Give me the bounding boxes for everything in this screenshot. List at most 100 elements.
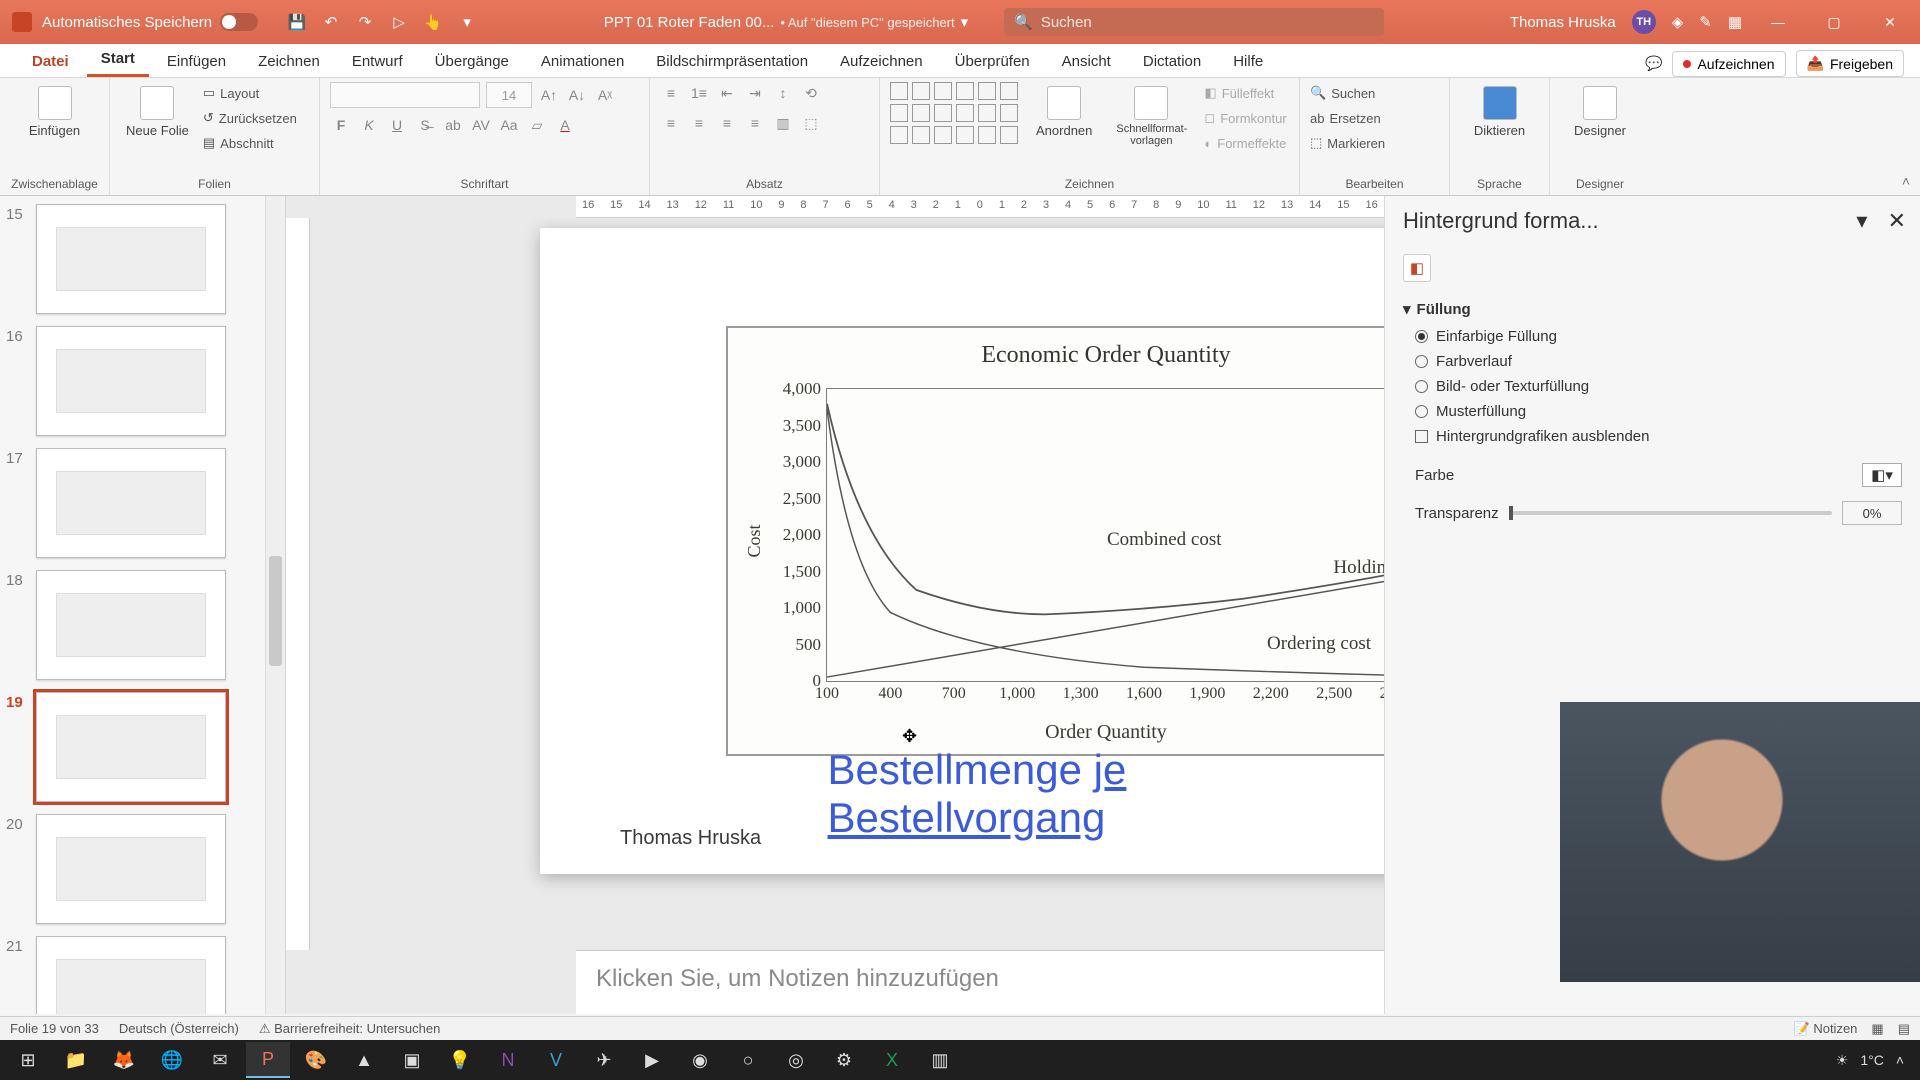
shapes-gallery[interactable] xyxy=(890,82,1018,144)
toggle-switch-icon[interactable] xyxy=(220,13,258,31)
columns-icon[interactable]: ▥ xyxy=(772,112,794,134)
redo-icon[interactable]: ↷ xyxy=(354,11,376,33)
radio-gradient-fill[interactable]: Farbverlauf xyxy=(1403,349,1902,374)
slide-thumbnail-20[interactable]: 20 xyxy=(36,814,259,924)
thumbnail-scrollbar[interactable] xyxy=(265,196,285,1014)
taskbar-app-4[interactable]: V xyxy=(534,1042,578,1078)
taskbar-app-2[interactable]: ▣ xyxy=(390,1042,434,1078)
bold-icon[interactable]: F xyxy=(330,114,352,136)
dictate-button[interactable]: Diktieren xyxy=(1460,82,1539,142)
taskbar-chrome[interactable]: 🌐 xyxy=(150,1042,194,1078)
radio-picture-fill[interactable]: Bild- oder Texturfüllung xyxy=(1403,374,1902,399)
tab-start[interactable]: Start xyxy=(87,44,149,77)
comments-icon[interactable]: 💬 xyxy=(1645,55,1662,72)
indent-less-icon[interactable]: ⇤ xyxy=(716,82,738,104)
tab-insert[interactable]: Einfügen xyxy=(153,47,240,77)
notes-toggle[interactable]: 📝 Notizen xyxy=(1794,1021,1858,1037)
fill-button[interactable]: ◧Fülleffekt xyxy=(1204,82,1286,104)
taskbar-telegram[interactable]: ✈ xyxy=(582,1042,626,1078)
pane-close-icon[interactable]: ✕ xyxy=(1888,208,1906,233)
save-icon[interactable]: 💾 xyxy=(286,11,308,33)
outline-button[interactable]: ◻Formkontur xyxy=(1204,107,1286,129)
transparency-slider[interactable] xyxy=(1509,511,1832,515)
taskbar-app-5[interactable]: ▶ xyxy=(630,1042,674,1078)
view-sorter-icon[interactable]: ▤ xyxy=(1898,1021,1910,1037)
taskbar-app-1[interactable]: 🎨 xyxy=(294,1042,338,1078)
taskbar-onenote[interactable]: N xyxy=(486,1042,530,1078)
calendar-icon[interactable]: ▦ xyxy=(1728,13,1742,31)
taskbar-explorer[interactable]: 📁 xyxy=(54,1042,98,1078)
replace-button[interactable]: abErsetzen xyxy=(1310,107,1439,129)
section-button[interactable]: ▤Abschnitt xyxy=(203,132,297,154)
slide-thumbnail-15[interactable]: 15 xyxy=(36,204,259,314)
notes-area[interactable]: Klicken Sie, um Notizen hinzuzufügen xyxy=(576,950,1384,1014)
taskbar-obs[interactable]: ◉ xyxy=(678,1042,722,1078)
taskbar-app-7[interactable]: ◎ xyxy=(774,1042,818,1078)
slider-knob-icon[interactable] xyxy=(1509,506,1513,520)
effects-button[interactable]: ◐Formeffekte xyxy=(1204,132,1286,154)
clear-format-icon[interactable]: Aᵡ xyxy=(594,84,616,106)
text-direction-icon[interactable]: ⟲ xyxy=(800,82,822,104)
from-beginning-icon[interactable]: ▷ xyxy=(388,11,410,33)
paste-button[interactable]: Einfügen xyxy=(10,82,99,142)
start-button[interactable]: ⊞ xyxy=(6,1042,50,1078)
slide-subtitle[interactable]: Bestellmenge je Bestellvorgang xyxy=(828,746,1403,842)
radio-solid-fill[interactable]: Einfarbige Füllung xyxy=(1403,324,1902,349)
autosave-toggle[interactable]: Automatisches Speichern xyxy=(42,13,258,31)
tab-design[interactable]: Entwurf xyxy=(338,47,417,77)
spacing-icon[interactable]: AV xyxy=(470,114,492,136)
shadow-icon[interactable]: ab xyxy=(442,114,464,136)
taskbar-powerpoint[interactable]: P xyxy=(246,1042,290,1078)
taskbar-app-8[interactable]: ▥ xyxy=(918,1042,962,1078)
select-button[interactable]: ⬚Markieren xyxy=(1310,132,1439,154)
tab-help[interactable]: Hilfe xyxy=(1219,47,1277,77)
view-normal-icon[interactable]: ▦ xyxy=(1871,1021,1883,1037)
tab-review[interactable]: Überprüfen xyxy=(941,47,1044,77)
tab-record[interactable]: Aufzeichnen xyxy=(826,47,937,77)
tab-file[interactable]: Datei xyxy=(18,47,83,77)
undo-icon[interactable]: ↶ xyxy=(320,11,342,33)
record-button[interactable]: Aufzeichnen xyxy=(1672,51,1785,77)
maximize-button[interactable]: ▢ xyxy=(1814,2,1854,42)
bullets-icon[interactable]: ≡ xyxy=(660,82,682,104)
font-size-select[interactable]: 14 xyxy=(486,82,532,108)
tray-chevron-icon[interactable]: ˄ xyxy=(1896,1052,1904,1068)
pen-icon[interactable]: ✎ xyxy=(1699,13,1712,31)
close-button[interactable]: ✕ xyxy=(1870,2,1910,42)
layout-button[interactable]: ▭Layout xyxy=(203,82,297,104)
strike-icon[interactable]: S̶ xyxy=(414,114,436,136)
fill-section[interactable]: ▾Füllung xyxy=(1403,294,1902,324)
align-center-icon[interactable]: ≡ xyxy=(688,112,710,134)
smartart-icon[interactable]: ⬚ xyxy=(800,112,822,134)
justify-icon[interactable]: ≡ xyxy=(744,112,766,134)
weather-icon[interactable]: ☀ xyxy=(1836,1052,1849,1069)
language-status[interactable]: Deutsch (Österreich) xyxy=(119,1021,239,1036)
taskbar-excel[interactable]: X xyxy=(870,1042,914,1078)
color-picker-button[interactable]: ◧▾ xyxy=(1862,463,1902,487)
decrease-font-icon[interactable]: A↓ xyxy=(566,84,588,106)
minimize-button[interactable]: — xyxy=(1758,2,1798,42)
eoq-chart[interactable]: Economic Order Quantity Cost Order Quant… xyxy=(726,326,1486,756)
radio-pattern-fill[interactable]: Musterfüllung xyxy=(1403,399,1902,424)
transparency-value[interactable]: 0% xyxy=(1842,501,1902,525)
tab-draw[interactable]: Zeichnen xyxy=(244,47,334,77)
check-hide-bg[interactable]: Hintergrundgrafiken ausblenden xyxy=(1403,424,1902,449)
taskbar-outlook[interactable]: ✉ xyxy=(198,1042,242,1078)
indent-more-icon[interactable]: ⇥ xyxy=(744,82,766,104)
new-slide-button[interactable]: Neue Folie xyxy=(120,82,195,154)
tab-view[interactable]: Ansicht xyxy=(1048,47,1125,77)
tab-dictation[interactable]: Dictation xyxy=(1129,47,1215,77)
slide-thumbnail-18[interactable]: 18 xyxy=(36,570,259,680)
taskbar-app-3[interactable]: 💡 xyxy=(438,1042,482,1078)
fill-tab-icon[interactable]: ◧ xyxy=(1403,254,1431,282)
taskbar-app-6[interactable]: ○ xyxy=(726,1042,770,1078)
find-button[interactable]: 🔍Suchen xyxy=(1310,82,1439,104)
increase-font-icon[interactable]: A↑ xyxy=(538,84,560,106)
case-icon[interactable]: Aa xyxy=(498,114,520,136)
tab-slideshow[interactable]: Bildschirmpräsentation xyxy=(642,47,822,77)
quickstyles-button[interactable]: Schnellformat-vorlagen xyxy=(1110,82,1192,151)
taskbar-firefox[interactable]: 🦊 xyxy=(102,1042,146,1078)
search-box[interactable]: 🔍 Suchen xyxy=(1004,8,1384,36)
temperature[interactable]: 1°C xyxy=(1860,1052,1884,1068)
slide-thumbnail-16[interactable]: 16 xyxy=(36,326,259,436)
